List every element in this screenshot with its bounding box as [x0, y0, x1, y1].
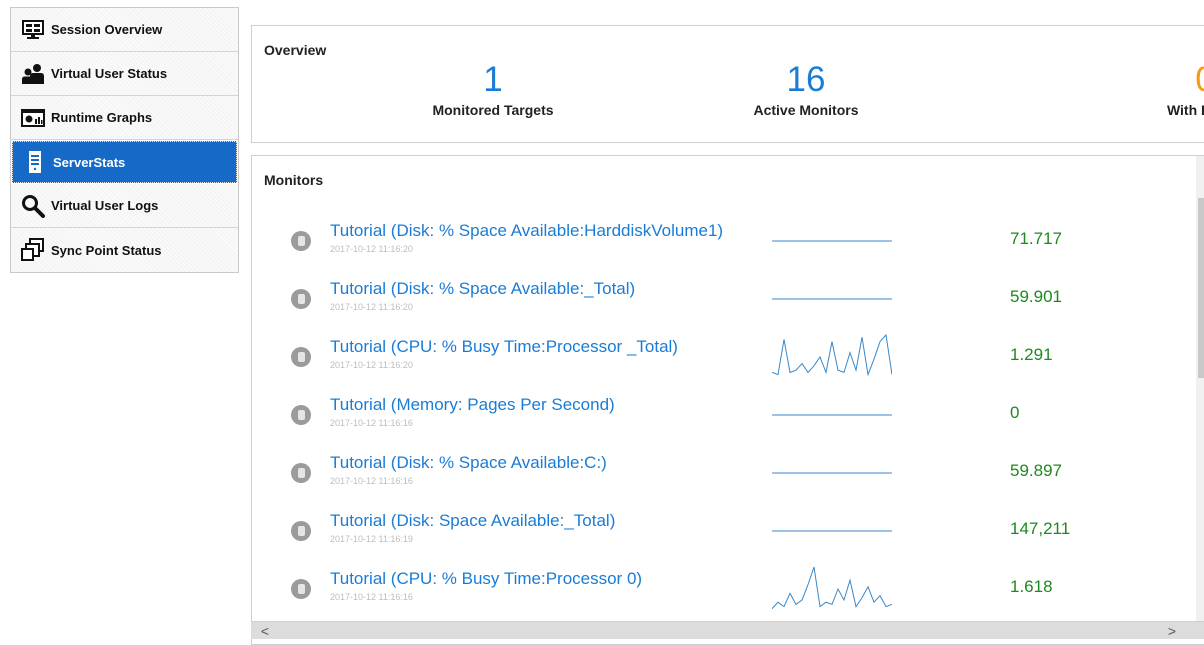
sparkline-path — [772, 333, 892, 377]
nav-label: Virtual User Status — [51, 66, 168, 81]
monitor-row: Tutorial (Disk: Space Available:_Total) 2… — [252, 501, 1192, 559]
monitor-name-link[interactable]: Tutorial (Disk: % Space Available:Harddi… — [330, 221, 723, 241]
monitor-sparkline — [772, 566, 892, 610]
monitor-timestamp: 2017-10-12 11:16:16 — [330, 418, 413, 428]
monitor-name-link[interactable]: Tutorial (Disk: % Space Available:C:) — [330, 453, 607, 473]
scroll-right-arrow[interactable]: > — [1162, 622, 1182, 639]
nav-label: Virtual User Logs — [51, 198, 159, 213]
status-indicator-icon — [291, 579, 311, 599]
status-indicator-icon — [291, 347, 311, 367]
nav-item-sync-point-status[interactable]: Sync Point Status — [11, 228, 238, 272]
status-indicator-icon — [291, 521, 311, 541]
monitor-timestamp: 2017-10-12 11:16:20 — [330, 360, 413, 370]
nav-label: Runtime Graphs — [51, 110, 153, 125]
stat-value: 0 — [1105, 60, 1204, 100]
graph-window-icon — [21, 106, 45, 130]
stat-label: Active Monitors — [753, 102, 859, 118]
stacked-windows-icon — [21, 238, 45, 262]
monitor-timestamp: 2017-10-12 11:16:16 — [330, 476, 413, 486]
overview-panel: Overview 1 Monitored Targets 16 Active M… — [251, 25, 1204, 143]
scrollbar-thumb[interactable] — [1198, 198, 1204, 378]
monitor-row: Tutorial (Memory: Pages Per Second) 2017-… — [252, 385, 1192, 443]
sparkline-path — [772, 566, 892, 610]
stat-active-monitors: 16 Active Monitors — [706, 60, 906, 118]
nav-label: ServerStats — [53, 154, 126, 170]
monitor-name-link[interactable]: Tutorial (Disk: % Space Available:_Total… — [330, 279, 635, 299]
monitor-sparkline — [772, 472, 892, 474]
nav-item-session-overview[interactable]: Session Overview — [11, 8, 238, 52]
monitor-row: Tutorial (CPU: % Busy Time:Processor _To… — [252, 327, 1192, 385]
status-indicator-icon — [291, 463, 311, 483]
nav-item-runtime-graphs[interactable]: Runtime Graphs — [11, 96, 238, 140]
stat-value: 1 — [483, 60, 503, 99]
nav-item-virtual-user-logs[interactable]: Virtual User Logs — [11, 184, 238, 228]
monitor-value: 59.901 — [1010, 287, 1062, 306]
monitor-value: 147,211 — [1010, 519, 1071, 538]
stat-with-errors: 0 With Errors — [1105, 60, 1204, 118]
monitor-sparkline — [772, 414, 892, 416]
monitor-sparkline — [772, 298, 892, 300]
users-icon — [21, 62, 45, 86]
nav-label: Session Overview — [51, 22, 163, 37]
monitor-name-link[interactable]: Tutorial (Disk: Space Available:_Total) — [330, 511, 615, 531]
monitor-row: Tutorial (Disk: % Space Available:_Total… — [252, 269, 1192, 327]
monitor-value: 71.717 — [1010, 229, 1062, 248]
nav-item-virtual-user-status[interactable]: Virtual User Status — [11, 52, 238, 96]
status-indicator-icon — [291, 405, 311, 425]
nav-label: Sync Point Status — [51, 242, 162, 258]
vertical-scrollbar[interactable] — [1196, 156, 1204, 621]
monitor-timestamp: 2017-10-12 11:16:19 — [330, 534, 413, 544]
stat-label: With Errors — [1166, 102, 1204, 118]
stat-label: Monitored Targets — [432, 102, 554, 118]
sidebar-nav: Session Overview Virtual User Status Run… — [10, 7, 239, 273]
monitor-timestamp: 2017-10-12 11:16:20 — [330, 244, 413, 254]
monitor-sparkline — [772, 333, 892, 377]
server-icon — [23, 150, 47, 174]
monitors-panel: Monitors Tutorial (Disk: % Space Availab… — [251, 155, 1204, 645]
monitor-value: 1.618 — [1010, 577, 1053, 596]
monitor-value: 1.291 — [1010, 345, 1053, 364]
magnifier-icon — [21, 194, 45, 218]
monitor-row: Tutorial (Disk: % Space Available:C:) 201… — [252, 443, 1192, 501]
monitor-sparkline — [772, 240, 892, 242]
monitors-title: Monitors — [264, 172, 324, 188]
status-indicator-icon — [291, 231, 311, 251]
monitor-name-link[interactable]: Tutorial (Memory: Pages Per Second) — [330, 395, 615, 415]
horizontal-scrollbar[interactable]: < > — [251, 621, 1204, 639]
status-indicator-icon — [291, 289, 311, 309]
monitor-sparkline — [772, 530, 892, 532]
monitor-timestamp: 2017-10-12 11:16:16 — [330, 592, 413, 602]
monitor-value: 59.897 — [1010, 461, 1062, 480]
monitor-row: Tutorial (Disk: % Space Available:Harddi… — [252, 211, 1192, 269]
monitor-grid-icon — [21, 18, 45, 42]
monitor-name-link[interactable]: Tutorial (CPU: % Busy Time:Processor 0) — [330, 569, 642, 589]
monitor-row: Tutorial (CPU: % Busy Time:Processor 0) 2… — [252, 559, 1192, 617]
monitor-value: 0 — [1010, 403, 1020, 422]
stat-value: 16 — [786, 60, 826, 99]
stat-monitored-targets: 1 Monitored Targets — [393, 60, 593, 118]
nav-item-serverstats[interactable]: ServerStats — [12, 141, 237, 183]
monitor-name-link[interactable]: Tutorial (CPU: % Busy Time:Processor _To… — [330, 337, 678, 357]
overview-title: Overview — [264, 42, 327, 58]
scroll-left-arrow[interactable]: < — [255, 622, 275, 639]
monitor-timestamp: 2017-10-12 11:16:20 — [330, 302, 413, 312]
